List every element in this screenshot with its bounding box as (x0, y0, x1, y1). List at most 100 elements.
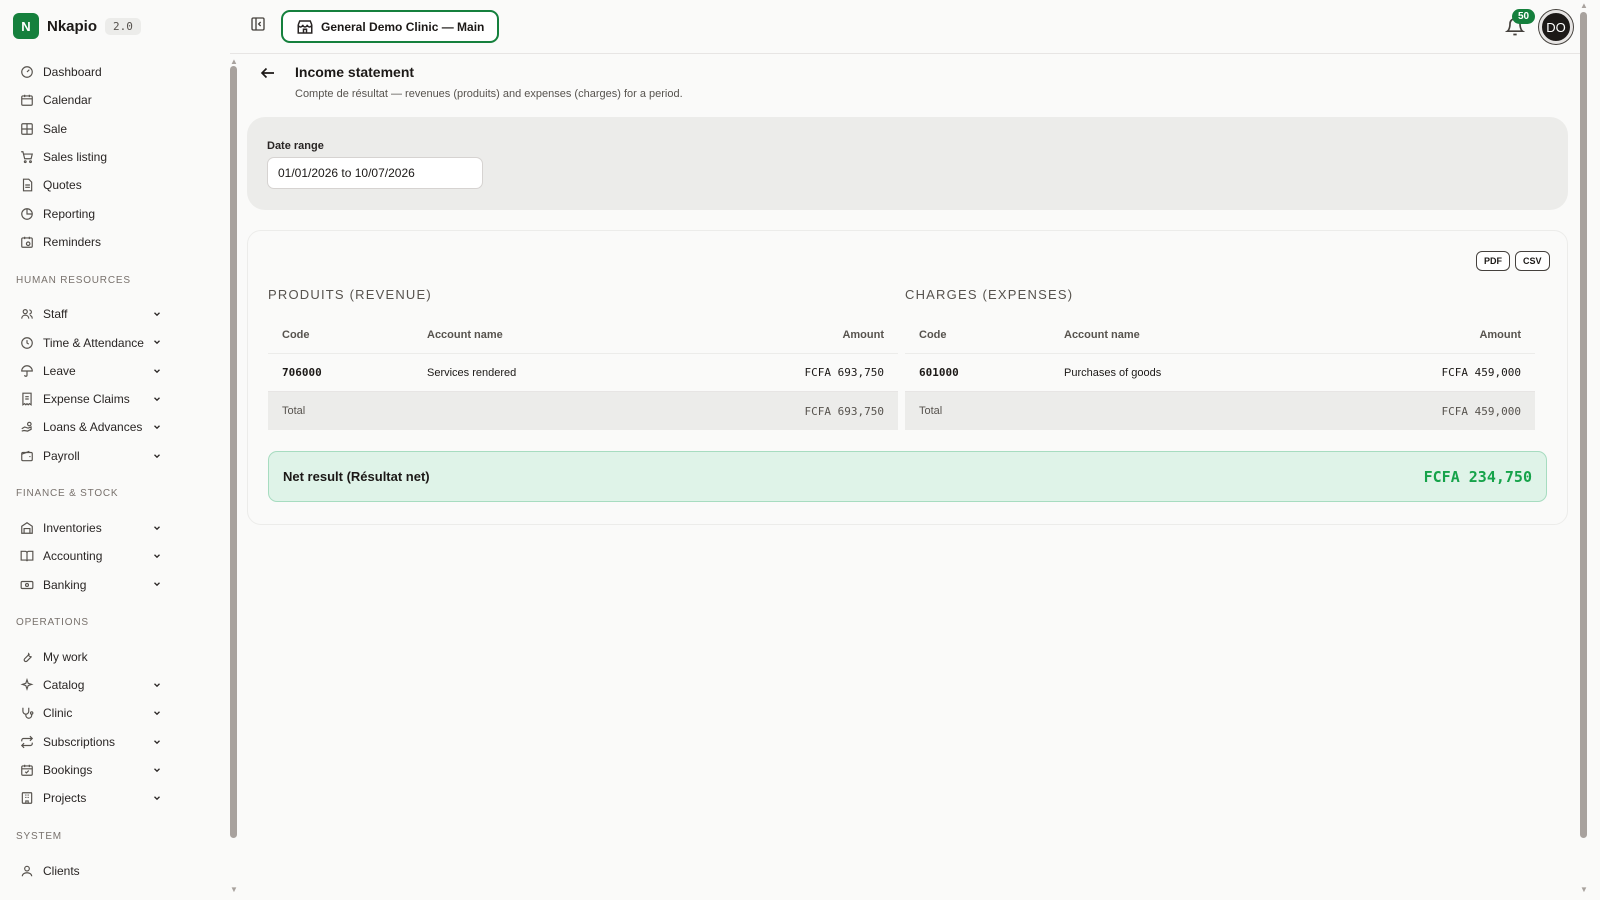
chevron-down-icon[interactable] (152, 737, 162, 747)
total-label: Total (919, 405, 943, 417)
scroll-down-arrow[interactable]: ▼ (230, 886, 238, 894)
chevron-down-icon[interactable] (152, 523, 162, 533)
location-selector-button[interactable]: General Demo Clinic — Main (281, 10, 500, 43)
chevron-down-icon[interactable] (152, 394, 162, 404)
chevron-down-icon[interactable] (152, 708, 162, 718)
sidebar-item-leave[interactable]: Leave (0, 357, 170, 385)
sidebar-item-label: Banking (43, 577, 87, 592)
section-title-finance: FINANCE & STOCK (16, 488, 119, 500)
table-row[interactable]: 706000 Services rendered FCFA 693,750 (268, 354, 898, 392)
chevron-down-icon[interactable] (152, 422, 162, 432)
scroll-up-arrow[interactable]: ▲ (1580, 2, 1588, 10)
chevron-down-icon[interactable] (152, 793, 162, 803)
sidebar-item-bookings[interactable]: Bookings (0, 756, 170, 784)
version-badge: 2.0 (105, 17, 141, 35)
column-header-amount: Amount (842, 328, 884, 341)
sidebar-item-clinic[interactable]: Clinic (0, 699, 170, 727)
sidebar-item-my-work[interactable]: My work (0, 643, 170, 671)
stethoscope-icon (22, 708, 34, 720)
total-amount: FCFA 693,750 (804, 404, 884, 418)
expenses-section-title: CHARGES (EXPENSES) (905, 287, 1074, 302)
sidebar-item-inventories[interactable]: Inventories (0, 514, 170, 542)
pie-chart-icon (21, 207, 33, 220)
sidebar-item-sale[interactable]: Sale (0, 115, 170, 143)
sidebar-item-label: Bookings (43, 763, 93, 778)
brand[interactable]: N Nkapio 2.0 (13, 13, 141, 39)
expenses-table: Code Account name Amount 601000 Purchase… (905, 316, 1535, 430)
sidebar-item-banking[interactable]: Banking (0, 570, 170, 598)
sidebar-item-staff[interactable]: Staff (0, 300, 170, 328)
date-range-label: Date range (267, 140, 324, 152)
document-icon (22, 178, 33, 192)
export-pdf-button[interactable]: PDF (1476, 251, 1510, 271)
store-icon (297, 19, 313, 34)
sidebar-item-label: Sale (43, 121, 68, 136)
sidebar-item-label: Reminders (43, 234, 102, 249)
date-range-input[interactable] (267, 157, 483, 189)
column-header-account-name: Account name (427, 328, 503, 341)
sidebar-item-label: Catalog (43, 678, 85, 693)
calendar-icon (21, 95, 33, 107)
sidebar-item-label: Quotes (43, 178, 82, 193)
chevron-down-icon[interactable] (152, 579, 162, 589)
sidebar-item-accounting[interactable]: Accounting (0, 542, 170, 570)
sidebar-item-expense-claims[interactable]: Expense Claims (0, 385, 170, 413)
receipt-icon (22, 392, 32, 407)
umbrella-icon (21, 365, 33, 377)
sidebar-item-loans-advances[interactable]: Loans & Advances (0, 413, 170, 441)
column-header-amount: Amount (1479, 328, 1521, 341)
sidebar-item-clients[interactable]: Clients (0, 857, 170, 885)
sidebar-item-calendar[interactable]: Calendar (0, 86, 170, 114)
wrench-icon (23, 652, 32, 663)
sidebar-collapse-icon[interactable] (250, 16, 266, 32)
chevron-down-icon[interactable] (152, 765, 162, 775)
sidebar-item-time-attendance[interactable]: Time & Attendance (0, 328, 170, 356)
sidebar-scrollbar[interactable] (230, 66, 237, 838)
account-amount: FCFA 459,000 (1441, 366, 1521, 379)
building-icon (21, 792, 33, 805)
banknote-icon (20, 580, 34, 589)
revenue-section-title: PRODUITS (REVENUE) (268, 287, 432, 302)
sidebar-item-label: My work (43, 649, 88, 664)
sidebar-item-reporting[interactable]: Reporting (0, 199, 170, 227)
cart-icon (21, 151, 33, 164)
avatar[interactable]: DO (1539, 10, 1573, 44)
sidebar-item-label: Subscriptions (43, 734, 116, 749)
brand-logo: N (13, 13, 39, 39)
sidebar-item-payroll[interactable]: Payroll (0, 442, 170, 470)
calendar-clock-icon (21, 236, 33, 248)
chevron-down-icon[interactable] (152, 451, 162, 461)
calendar-check-icon (21, 764, 33, 776)
sidebar: N Nkapio 2.0 Dashboard Calendar Sale Sal… (0, 0, 226, 900)
sidebar-item-subscriptions[interactable]: Subscriptions (0, 728, 170, 756)
chevron-down-icon[interactable] (152, 337, 162, 347)
wallet-icon (21, 450, 33, 461)
sidebar-item-label: Inventories (43, 521, 102, 535)
sidebar-item-projects[interactable]: Projects (0, 784, 170, 812)
sidebar-item-label: Clinic (43, 706, 73, 721)
sidebar-item-quotes[interactable]: Quotes (0, 171, 170, 199)
location-label: General Demo Clinic — Main (321, 19, 485, 34)
hand-coins-icon (21, 422, 32, 433)
chevron-down-icon[interactable] (152, 551, 162, 561)
users-icon (21, 309, 33, 319)
account-code: 601000 (919, 366, 959, 379)
sidebar-item-reminders[interactable]: Reminders (0, 228, 170, 256)
net-result-value: FCFA 234,750 (1423, 467, 1532, 486)
main-scrollbar[interactable] (1580, 12, 1587, 838)
chevron-down-icon[interactable] (152, 366, 162, 376)
page-subtitle: Compte de résultat — revenues (produits)… (295, 88, 683, 100)
column-header-code: Code (919, 328, 947, 341)
back-arrow-icon[interactable] (259, 64, 277, 82)
sidebar-item-catalog[interactable]: Catalog (0, 671, 170, 699)
export-csv-button[interactable]: CSV (1515, 251, 1550, 271)
table-row[interactable]: 601000 Purchases of goods FCFA 459,000 (905, 354, 1535, 392)
chevron-down-icon[interactable] (152, 309, 162, 319)
scroll-up-arrow[interactable]: ▲ (230, 58, 238, 66)
sidebar-item-sales-listing[interactable]: Sales listing (0, 143, 170, 171)
sidebar-item-dashboard[interactable]: Dashboard (0, 58, 170, 86)
total-label: Total (282, 405, 306, 417)
chevron-down-icon[interactable] (152, 680, 162, 690)
scroll-down-arrow[interactable]: ▼ (1580, 886, 1588, 894)
net-result-banner: Net result (Résultat net) FCFA 234,750 (268, 451, 1547, 502)
